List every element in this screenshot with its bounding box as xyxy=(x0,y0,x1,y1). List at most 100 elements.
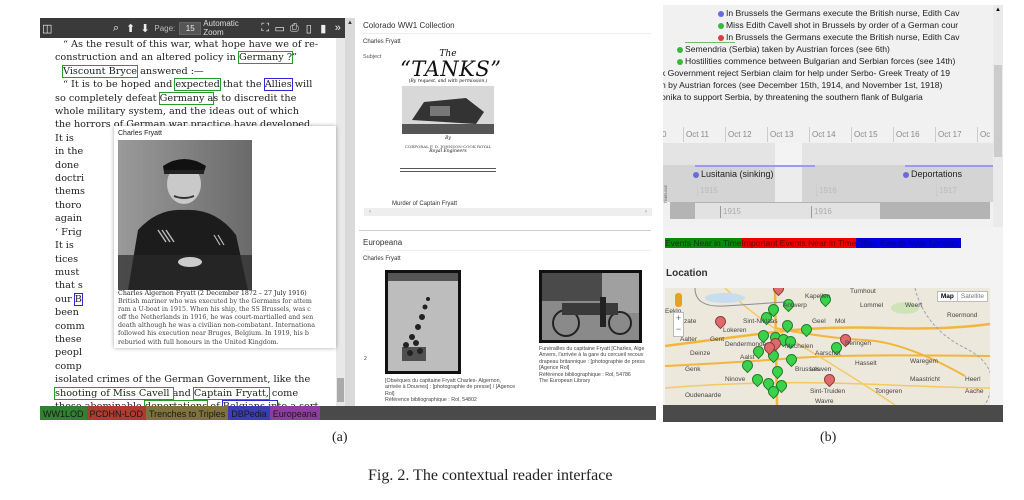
scroll-thumb[interactable] xyxy=(337,378,344,402)
page-number-input[interactable]: 15 xyxy=(179,21,202,35)
europeana-photo-funeral-procession[interactable] xyxy=(385,270,461,374)
popup-caption-line: death although he was a civilian non-com… xyxy=(118,322,315,330)
tools-menu-icon[interactable]: » xyxy=(331,22,346,34)
entity-annotation[interactable]: Germany ? xyxy=(237,51,294,65)
europeana-photo-funeral-carriage[interactable] xyxy=(539,270,642,343)
day-tick-label: Oct 11 xyxy=(683,127,709,142)
entity-popup: Charles Fryatt Charles Algernon Fryatt (… xyxy=(114,126,336,348)
bookmark-icon[interactable]: ▮ xyxy=(316,22,331,35)
event-text: Deportations xyxy=(911,169,963,179)
timeline-event[interactable]: Semendria (Serbia) taken by Austrian for… xyxy=(677,43,890,55)
map-place-label: Wavre xyxy=(815,398,834,405)
timeline-scrollbar[interactable]: ▲ xyxy=(993,5,1003,227)
timeline-event[interactable]: Hostilities commence between Bulgarian a… xyxy=(677,55,955,67)
year-tick-label: 1915 xyxy=(697,185,718,197)
entity-annotation[interactable]: B xyxy=(73,292,83,306)
source-tab-ww1lod[interactable]: WW1LOD xyxy=(40,406,87,420)
pdf-text-line: isolated crimes of the German Government… xyxy=(40,373,336,386)
entity-annotation[interactable]: Captain Fryatt, xyxy=(192,386,270,400)
source-tab-pcdhn-lod[interactable]: PCDHN-LOD xyxy=(86,406,147,420)
scroll-up-icon[interactable]: ▲ xyxy=(347,20,353,26)
timeline-band-event[interactable]: Lusitania (sinking) xyxy=(693,168,774,180)
text-run: our xyxy=(55,293,75,305)
scroll-left-icon[interactable]: ‹ xyxy=(364,209,371,215)
presentation-mode-icon[interactable]: ⛶ xyxy=(258,22,273,35)
entity-annotation[interactable]: shooting of Miss Cavell xyxy=(54,386,174,400)
open-file-icon[interactable]: ▭ xyxy=(273,22,288,35)
europeana-heading: Europeana xyxy=(363,238,651,251)
day-tick-label: Oct 12 xyxy=(725,127,752,142)
download-icon[interactable]: ▯ xyxy=(302,22,317,35)
figure-caption: Fig. 2. The contextual reader interface xyxy=(368,467,613,484)
street-view-pegman-icon[interactable] xyxy=(675,293,682,307)
timeline-event[interactable]: onika to support Serbia, by threatening … xyxy=(663,91,923,103)
timeline-event[interactable]: k Government reject Serbian claim for he… xyxy=(663,67,950,79)
map-type-control: Map Satellite xyxy=(936,291,988,302)
map-type-satellite[interactable]: Satellite xyxy=(956,292,987,301)
scroll-up-icon[interactable]: ▲ xyxy=(995,7,1001,13)
event-map[interactable]: Antwerp Kapellen Turnhout Lommel Weert Roermo… xyxy=(665,288,990,405)
text-run: again xyxy=(55,213,83,225)
entity-annotation[interactable]: Allies xyxy=(263,78,293,92)
item-caption[interactable]: Murder of Captain Fryatt xyxy=(392,201,457,207)
zoom-out-button[interactable]: − xyxy=(674,324,683,335)
event-text: k Government reject Serbian claim for he… xyxy=(663,68,950,78)
map-place-label: Aache xyxy=(965,388,984,395)
popup-caption-line: British mariner who was executed by the … xyxy=(118,298,312,306)
timeline-event[interactable]: In Brussels the Germans execute the Brit… xyxy=(718,31,960,43)
map-place-label: Heerl xyxy=(965,376,981,383)
popup-title: Charles Fryatt xyxy=(118,130,162,137)
map-place-label: Geel xyxy=(812,318,826,325)
entity-annotation[interactable]: Germany a xyxy=(158,91,215,105)
scroll-right-icon[interactable]: › xyxy=(645,208,652,216)
previous-page-icon[interactable]: ⬆ xyxy=(123,22,138,35)
map-type-map[interactable]: Map xyxy=(938,292,957,301)
event-text: n by Austrian forces (see December 15th,… xyxy=(663,80,943,90)
tanks-book-cover[interactable]: The “TANKS” (By request, and with permis… xyxy=(400,49,501,189)
overview-tick-label: 1915 xyxy=(720,206,741,218)
search-icon[interactable]: ⌕ xyxy=(109,22,124,35)
pdf-text-line: shooting of Miss Cavell and Captain Frya… xyxy=(40,386,336,400)
event-text: Hostilities commence between Bulgarian a… xyxy=(685,56,956,66)
source-tab-dbpedia[interactable]: DBPedia xyxy=(228,406,270,420)
map-place-label: Antwerp xyxy=(783,302,807,309)
text-run: “ It is to be hoped and xyxy=(63,79,176,91)
text-run: construction and an altered policy in xyxy=(55,52,239,64)
legend-item: Other Events Near Location xyxy=(856,238,962,248)
pane-divider[interactable]: ▲ xyxy=(345,18,355,420)
zoom-select[interactable]: Automatic Zoom xyxy=(203,19,256,37)
print-icon[interactable]: ⎙ xyxy=(287,22,302,35)
sidebar-toggle-icon[interactable]: ◫ xyxy=(40,22,55,35)
pdf-text-line: so completely defeat Germany as to discr… xyxy=(40,91,336,105)
next-page-icon[interactable]: ⬇ xyxy=(138,22,153,35)
entity-annotation[interactable]: expected xyxy=(174,78,221,92)
timeline-detail-band[interactable] xyxy=(663,143,993,165)
text-run: isolated crimes of the German Government… xyxy=(55,374,311,386)
timeline-widget[interactable]: In Brussels the Germans execute the Brit… xyxy=(663,5,993,227)
map-place-label: Maastricht xyxy=(910,376,940,383)
pdf-scrollbar[interactable] xyxy=(336,38,345,406)
source-tab-trenches-to-triples[interactable]: Trenches to Triples xyxy=(146,406,229,420)
entity-annotation[interactable]: Viscount Bryce xyxy=(62,64,138,78)
pdf-text-line: whole military system, and the ideas out… xyxy=(40,105,336,118)
timeline-event[interactable]: n by Austrian forces (see December 15th,… xyxy=(663,79,942,91)
popup-caption-line: followed his execution near Bruges, Belg… xyxy=(118,330,309,338)
popup-caption-line: Charles Algernon Fryatt (2 December 1872… xyxy=(118,290,307,297)
timeline-event[interactable]: Miss Edith Cavell shot in Brussels by or… xyxy=(718,19,958,31)
map-place-label: Lommel xyxy=(860,302,884,309)
text-run: ” xyxy=(292,52,297,64)
caption-line: arrivée à Douvres] : [photographie de pr… xyxy=(385,384,516,391)
event-marker-icon xyxy=(718,34,724,41)
timeline-band-event[interactable]: Deportations xyxy=(903,168,962,180)
map-place-label: Tongeren xyxy=(875,388,903,395)
text-run: will xyxy=(291,79,313,91)
event-marker-icon xyxy=(677,46,683,53)
horizontal-scrollbar[interactable]: ‹ › xyxy=(364,208,652,216)
timeline-event[interactable]: In Brussels the Germans execute the Brit… xyxy=(718,7,960,19)
scroll-thumb[interactable] xyxy=(994,65,1002,157)
event-duration-bar xyxy=(905,165,993,167)
panel-a-contextual-reader: ◫ ⌕ ⬆ ⬇ Page: 15 Automatic Zoom ⛶ ▭ ⎙ ▯ … xyxy=(40,18,656,420)
europeana-entity: Charles Fryatt xyxy=(363,256,401,262)
source-tab-europeana[interactable]: Europeana xyxy=(269,406,320,420)
zoom-in-button[interactable]: + xyxy=(674,313,683,324)
